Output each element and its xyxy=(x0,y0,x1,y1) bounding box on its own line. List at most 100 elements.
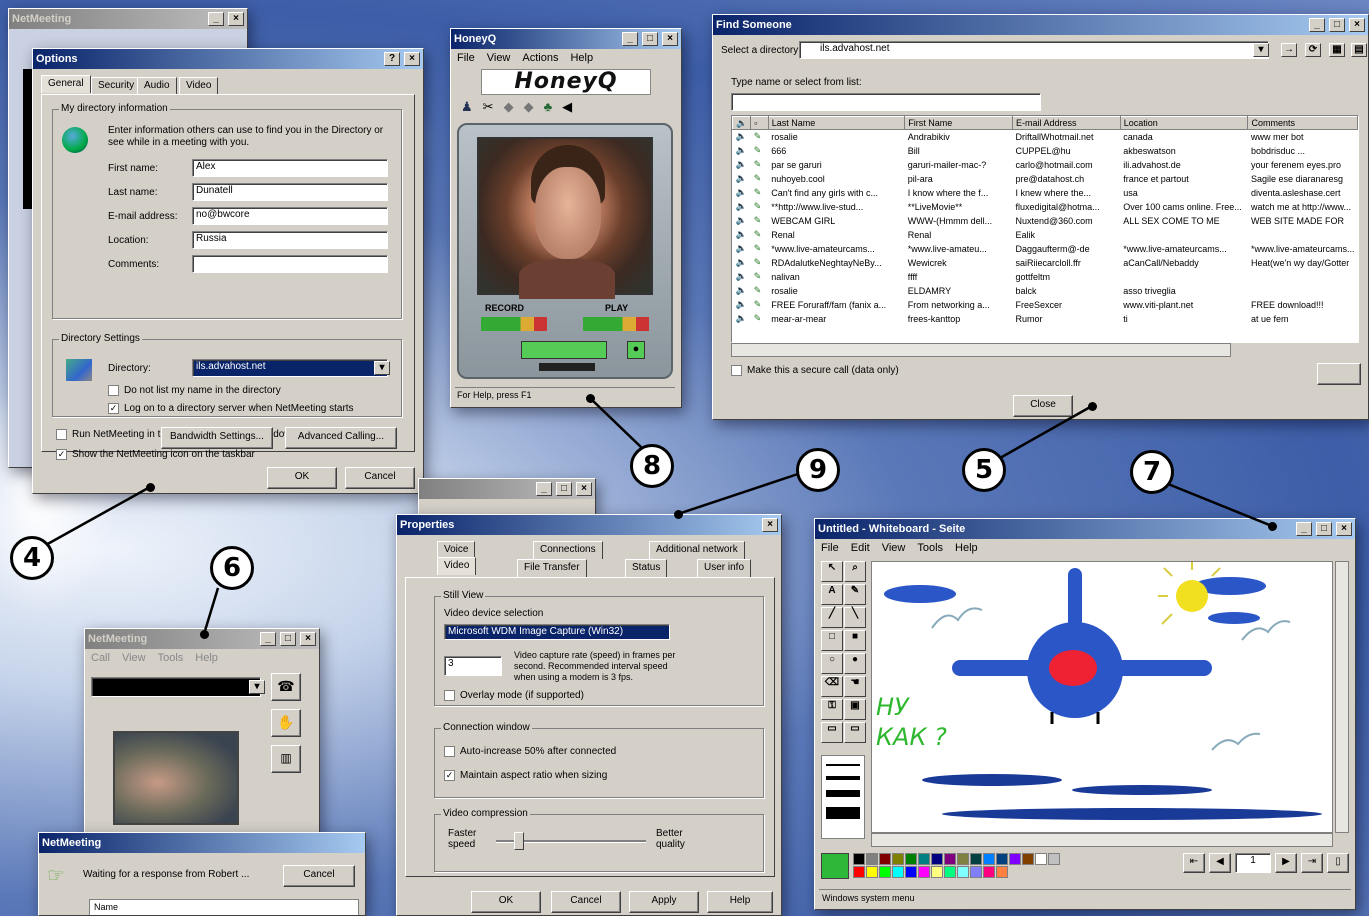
logon-checkbox[interactable]: ✓ xyxy=(108,403,119,414)
color-swatch[interactable] xyxy=(970,866,982,878)
tab-connections[interactable]: Connections xyxy=(533,541,603,559)
arrow-icon[interactable]: ◆ xyxy=(504,99,514,115)
close-icon[interactable]: × xyxy=(1349,18,1365,32)
minimize-icon[interactable]: _ xyxy=(1309,18,1325,32)
table-row[interactable]: 🔈 ✎ Renal Renal Ealik xyxy=(733,228,1358,242)
column-video[interactable]: ▫ xyxy=(750,116,769,130)
color-swatch[interactable] xyxy=(1035,853,1047,865)
person-icon[interactable]: ♟ xyxy=(461,99,473,115)
play-label[interactable]: PLAY xyxy=(605,303,628,313)
menu-view[interactable]: View xyxy=(487,52,511,64)
select-tool-icon[interactable]: ↖ xyxy=(821,561,843,582)
location-field[interactable]: Russia xyxy=(192,231,388,249)
help-button[interactable]: Help xyxy=(707,891,773,913)
eraser-tool-icon[interactable]: ⌫ xyxy=(821,676,843,697)
menu-file[interactable]: File xyxy=(457,52,475,64)
address-combobox[interactable] xyxy=(91,677,261,697)
table-row[interactable]: 🔈 ✎ RDAdalutkeNeghtayNeBy... Wewicrek saiRii… xyxy=(733,256,1358,270)
menu-call[interactable]: Call xyxy=(91,652,110,664)
filled-ellipse-tool-icon[interactable]: ● xyxy=(844,653,866,674)
minimize-icon[interactable]: _ xyxy=(208,12,224,26)
table-row[interactable]: 🔈 ✎ rosalie ELDAMRY balck asso triveglia xyxy=(733,284,1358,298)
overlay-checkbox[interactable] xyxy=(444,690,455,701)
help-icon[interactable]: ? xyxy=(384,52,400,66)
directory-select[interactable]: ils.advahost.net xyxy=(192,359,388,377)
color-swatch[interactable] xyxy=(905,853,917,865)
tab-user-info[interactable]: User info xyxy=(697,559,752,577)
vertical-scrollbar[interactable] xyxy=(1335,561,1349,833)
table-row[interactable]: 🔈 ✎ Can't find any girls with c... I know w… xyxy=(733,186,1358,200)
maximize-icon[interactable]: □ xyxy=(642,32,658,46)
go-icon[interactable]: → xyxy=(1281,43,1297,57)
first-name-field[interactable]: Alex xyxy=(192,159,388,177)
filled-rectangle-tool-icon[interactable]: ■ xyxy=(844,630,866,651)
insert-page-button[interactable]: ▯ xyxy=(1327,853,1349,873)
menu-tools[interactable]: Tools xyxy=(917,542,943,554)
participant-list[interactable]: Name xyxy=(89,899,359,915)
secure-call-checkbox[interactable] xyxy=(731,365,742,376)
email-field[interactable]: no@bwcore xyxy=(192,207,388,225)
dont-list-checkbox[interactable] xyxy=(108,385,119,396)
run-background-checkbox[interactable] xyxy=(56,429,67,440)
place-call-button[interactable]: ☎ xyxy=(271,673,301,701)
end-call-button[interactable]: ✋ xyxy=(271,709,301,737)
table-row[interactable]: 🔈 ✎ nalivan ffff gottfeltm xyxy=(733,270,1358,284)
ok-button[interactable]: OK xyxy=(267,467,337,489)
menu-view[interactable]: View xyxy=(122,652,146,664)
menu-view[interactable]: View xyxy=(882,542,906,554)
zoom-tool-icon[interactable]: ⌕ xyxy=(844,561,866,582)
cancel-call-button[interactable]: Cancel xyxy=(283,865,355,887)
directory-book-button[interactable]: ▥ xyxy=(271,745,301,773)
menu-tools[interactable]: Tools xyxy=(158,652,184,664)
directory-list[interactable]: 🔈 ▫ Last Name First Name E-mail Address L… xyxy=(731,115,1359,343)
tools-icon[interactable]: ✂ xyxy=(483,99,494,115)
column-comments[interactable]: Comments xyxy=(1247,116,1358,130)
color-swatch[interactable] xyxy=(866,853,878,865)
comments-field[interactable] xyxy=(192,255,388,273)
color-swatch[interactable] xyxy=(918,866,930,878)
column-email[interactable]: E-mail Address xyxy=(1012,116,1121,130)
properties-icon[interactable]: ▤ xyxy=(1351,43,1367,57)
color-swatch[interactable] xyxy=(853,853,865,865)
table-row[interactable]: 🔈 ✎ rosalie Andrabikiv DriftallWhotmail.net c… xyxy=(733,130,1358,144)
details-icon[interactable]: ▦ xyxy=(1329,43,1345,57)
color-swatch[interactable] xyxy=(879,853,891,865)
table-row[interactable]: 🔈 ✎ FREE Foruraff/fam (fanix a... From netw… xyxy=(733,298,1358,312)
color-swatch[interactable] xyxy=(983,866,995,878)
next-page-button[interactable]: ▶ xyxy=(1275,853,1297,873)
speaker-icon[interactable]: ◀ xyxy=(562,99,572,115)
menu-actions[interactable]: Actions xyxy=(522,52,558,64)
last-page-button[interactable]: ⇥ xyxy=(1301,853,1323,873)
tab-status[interactable]: Status xyxy=(625,559,668,577)
color-swatch[interactable] xyxy=(1009,853,1021,865)
previous-page-button[interactable]: ◀ xyxy=(1209,853,1231,873)
color-swatch[interactable] xyxy=(879,866,891,878)
color-swatch[interactable] xyxy=(853,866,865,878)
column-location[interactable]: Location xyxy=(1119,116,1249,130)
chevron-down-icon[interactable]: ▾ xyxy=(249,680,265,694)
minimize-icon[interactable]: _ xyxy=(622,32,638,46)
tab-general[interactable]: General xyxy=(41,75,91,93)
volume-slider[interactable] xyxy=(521,341,607,359)
maximize-icon[interactable]: □ xyxy=(1316,522,1332,536)
chevron-down-icon[interactable]: ▾ xyxy=(374,361,390,375)
chevron-down-icon[interactable]: ▾ xyxy=(1253,43,1269,57)
minimize-icon[interactable]: _ xyxy=(260,632,276,646)
arrow-icon[interactable]: ◆ xyxy=(524,99,534,115)
tab-audio[interactable]: Audio xyxy=(137,77,177,95)
remote-pointer-icon[interactable]: ▭ xyxy=(821,722,843,743)
color-swatch[interactable] xyxy=(931,866,943,878)
tab-file-transfer[interactable]: File Transfer xyxy=(517,559,587,577)
horizontal-scrollbar[interactable] xyxy=(871,833,1333,847)
plant-icon[interactable]: ♣ xyxy=(544,99,553,115)
aspect-ratio-checkbox[interactable]: ✓ xyxy=(444,770,455,781)
call-button[interactable] xyxy=(1317,363,1361,385)
color-swatch[interactable] xyxy=(970,853,982,865)
table-row[interactable]: 🔈 ✎ nuhoyeb.cool pil-ara pre@datahost.ch fran… xyxy=(733,172,1358,186)
close-icon[interactable]: × xyxy=(1336,522,1352,536)
color-swatch[interactable] xyxy=(1022,853,1034,865)
bandwidth-settings-button[interactable]: Bandwidth Settings... xyxy=(161,427,273,449)
cancel-button[interactable]: Cancel xyxy=(551,891,621,913)
minimize-icon[interactable]: _ xyxy=(536,482,552,496)
cancel-button[interactable]: Cancel xyxy=(345,467,415,489)
